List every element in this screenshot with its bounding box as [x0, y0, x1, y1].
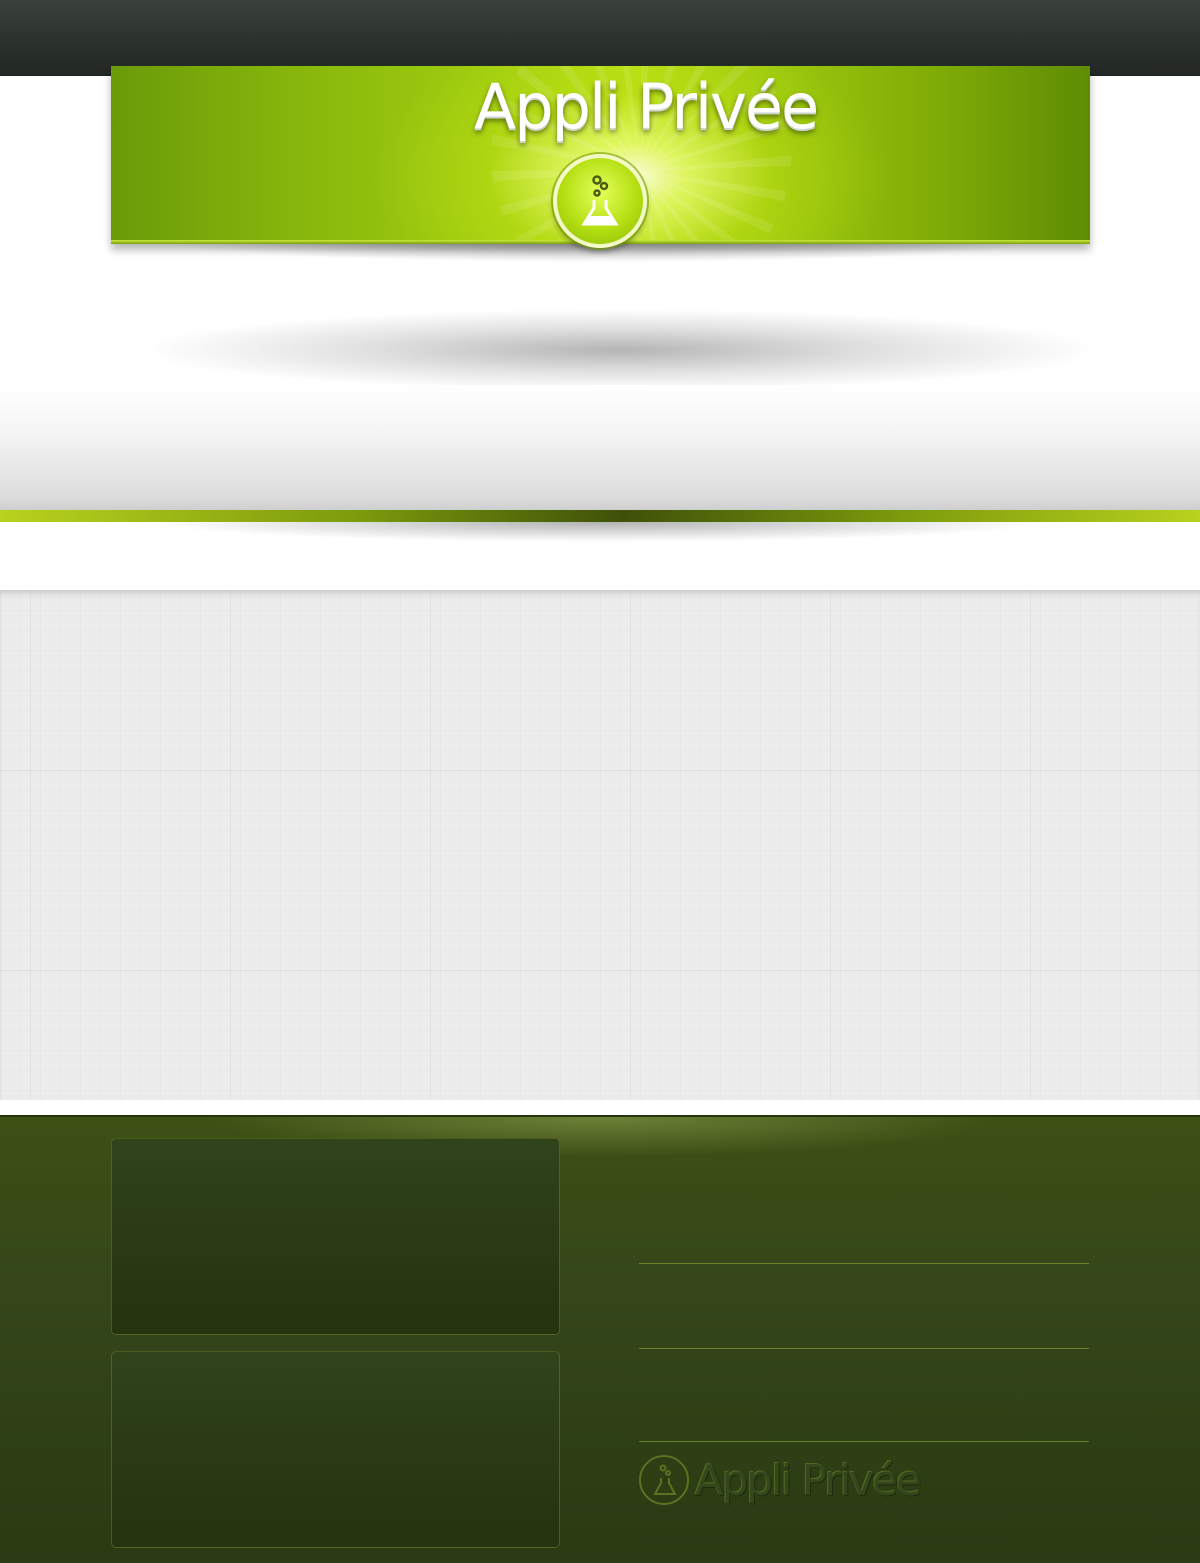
footer-panel-top: [111, 1138, 560, 1335]
divider-shadow: [150, 522, 1050, 542]
footer-divider: [639, 1263, 1089, 1264]
footer-panel-bottom: [111, 1351, 560, 1548]
hero-band: [0, 385, 1200, 510]
content-grid-area: [0, 590, 1200, 1100]
top-bar: [0, 0, 1200, 76]
footer-divider: [639, 1348, 1089, 1349]
footer: Appli Privée: [0, 1115, 1200, 1563]
brand-title[interactable]: Appli Privée: [111, 70, 1090, 143]
green-divider: [0, 510, 1200, 522]
footer-logo[interactable]: Appli Privée: [639, 1453, 922, 1507]
hero-shadow-oval: [150, 310, 1090, 390]
flask-icon: [639, 1455, 689, 1505]
footer-divider: [639, 1441, 1089, 1442]
flask-icon[interactable]: [553, 154, 647, 248]
footer-wordmark: Appli Privée: [695, 1455, 922, 1505]
